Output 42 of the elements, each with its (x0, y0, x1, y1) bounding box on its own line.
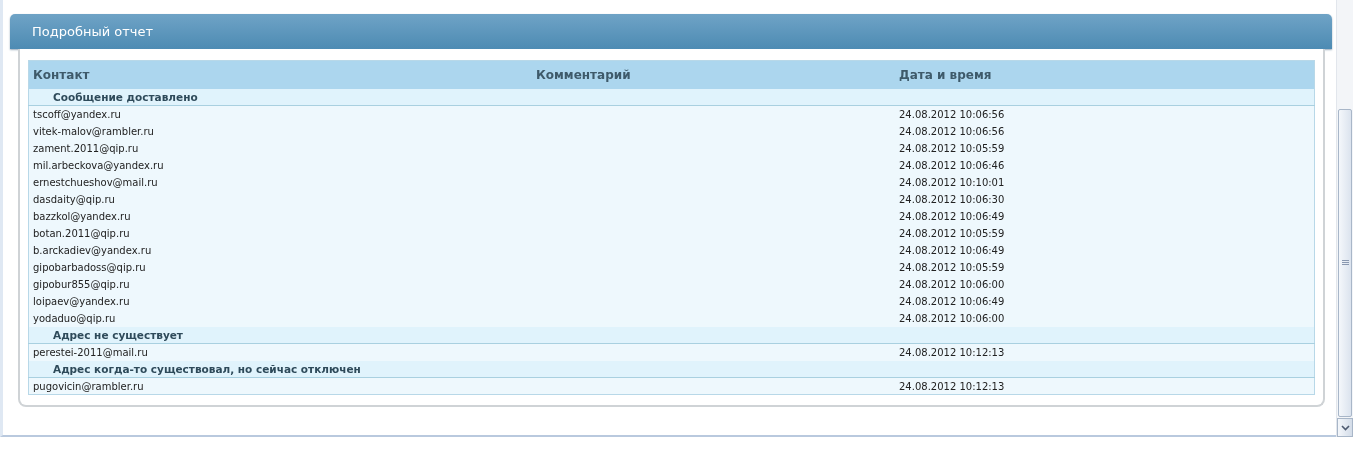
table-cell: loipaev@yandex.ru (28, 292, 532, 310)
group-header: Адрес когда-то существовал, но сейчас отключен (28, 360, 1315, 378)
table-cell: 24.08.2012 10:06:49 (895, 241, 1315, 259)
scrollbar[interactable] (1336, 0, 1353, 437)
table-cell: 24.08.2012 10:05:59 (895, 139, 1315, 157)
column-header: Комментарий (532, 60, 895, 89)
table-cell: b.arckadiev@yandex.ru (28, 241, 532, 259)
panel-title: Подробный отчет (32, 24, 154, 39)
table-cell: dasdaity@qip.ru (28, 190, 532, 208)
table-cell: yodaduo@qip.ru (28, 309, 532, 327)
table-cell: gipobarbadoss@qip.ru (28, 258, 532, 276)
group-header: Сообщение доставлено (28, 88, 1315, 106)
table-cell: 24.08.2012 10:06:56 (895, 105, 1315, 123)
table-cell: perestei-2011@mail.ru (28, 343, 532, 361)
scroll-thumb[interactable] (1338, 109, 1352, 417)
table-cell: bazzkol@yandex.ru (28, 207, 532, 225)
chevron-down-icon (1340, 424, 1350, 431)
grip-icon (1341, 260, 1349, 266)
scroll-down-button[interactable] (1337, 418, 1353, 437)
column-header: Контакт (28, 60, 532, 89)
table-cell: gipobur855@qip.ru (28, 275, 532, 293)
table-cell: botan.2011@qip.ru (28, 224, 532, 242)
table-cell: 24.08.2012 10:12:13 (895, 377, 1315, 395)
group-header: Адрес не существует (28, 326, 1315, 344)
table-cell: 24.08.2012 10:06:56 (895, 122, 1315, 140)
table-cell: 24.08.2012 10:05:59 (895, 224, 1315, 242)
table-cell: 24.08.2012 10:06:49 (895, 292, 1315, 310)
table-cell: vitek-malov@rambler.ru (28, 122, 532, 140)
table-cell: mil.arbeckova@yandex.ru (28, 156, 532, 174)
table-cell: 24.08.2012 10:10:01 (895, 173, 1315, 191)
table-cell: tscoff@yandex.ru (28, 105, 532, 123)
table-cell: 24.08.2012 10:12:13 (895, 343, 1315, 361)
table-cell: 24.08.2012 10:06:30 (895, 190, 1315, 208)
column-header: Дата и время (895, 60, 1315, 89)
table-cell: ernestchueshov@mail.ru (28, 173, 532, 191)
table-cell: pugovicin@rambler.ru (28, 377, 532, 395)
table-cell: 24.08.2012 10:06:00 (895, 275, 1315, 293)
table-cell: 24.08.2012 10:06:49 (895, 207, 1315, 225)
table-cell: 24.08.2012 10:06:46 (895, 156, 1315, 174)
table-cell: 24.08.2012 10:05:59 (895, 258, 1315, 276)
table-cell: zament.2011@qip.ru (28, 139, 532, 157)
table-cell: 24.08.2012 10:06:00 (895, 309, 1315, 327)
